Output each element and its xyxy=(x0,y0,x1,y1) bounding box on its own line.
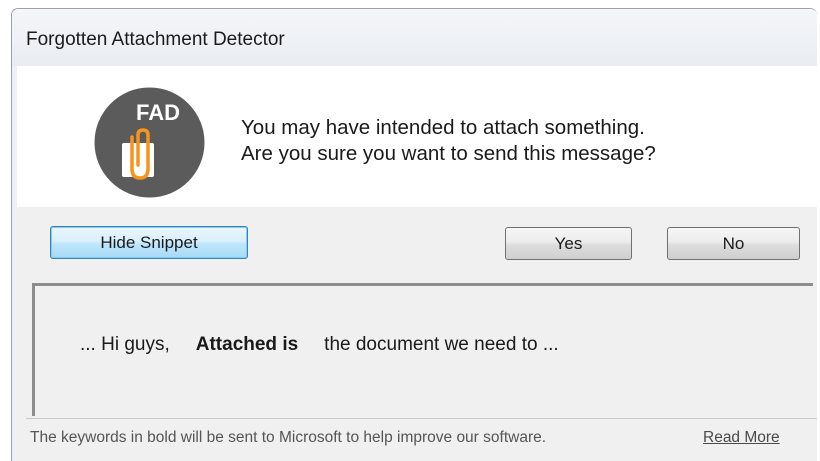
hide-snippet-button[interactable]: Hide Snippet xyxy=(50,226,248,259)
dialog-window: Forgotten Attachment Detector FAD You ma… xyxy=(11,8,817,461)
message-line-1: You may have intended to attach somethin… xyxy=(241,116,645,139)
snippet-keyword: Attached is xyxy=(195,334,299,355)
no-button[interactable]: No xyxy=(667,227,800,260)
yes-button[interactable]: Yes xyxy=(505,227,632,260)
logo-text: FAD xyxy=(136,100,180,125)
snippet-panel: ... Hi guys, Attached is the document we n… xyxy=(32,283,813,416)
snippet-suffix: the document we need to ... xyxy=(324,334,559,355)
message-area: FAD You may have intended to attach some… xyxy=(17,66,817,207)
title-bar[interactable]: Forgotten Attachment Detector xyxy=(12,9,817,66)
snippet-prefix: ... Hi guys, xyxy=(80,334,170,355)
footer-note: The keywords in bold will be sent to Mic… xyxy=(30,429,547,446)
fad-logo-icon: FAD xyxy=(94,87,205,198)
dialog-content: FAD You may have intended to attach some… xyxy=(17,66,817,461)
window-title: Forgotten Attachment Detector xyxy=(26,29,285,50)
footer-divider xyxy=(26,418,817,419)
message-line-2: Are you sure you want to send this messa… xyxy=(241,142,656,165)
snippet-text: ... Hi guys, Attached is the document we n… xyxy=(80,334,559,356)
read-more-link[interactable]: Read More xyxy=(703,429,780,447)
